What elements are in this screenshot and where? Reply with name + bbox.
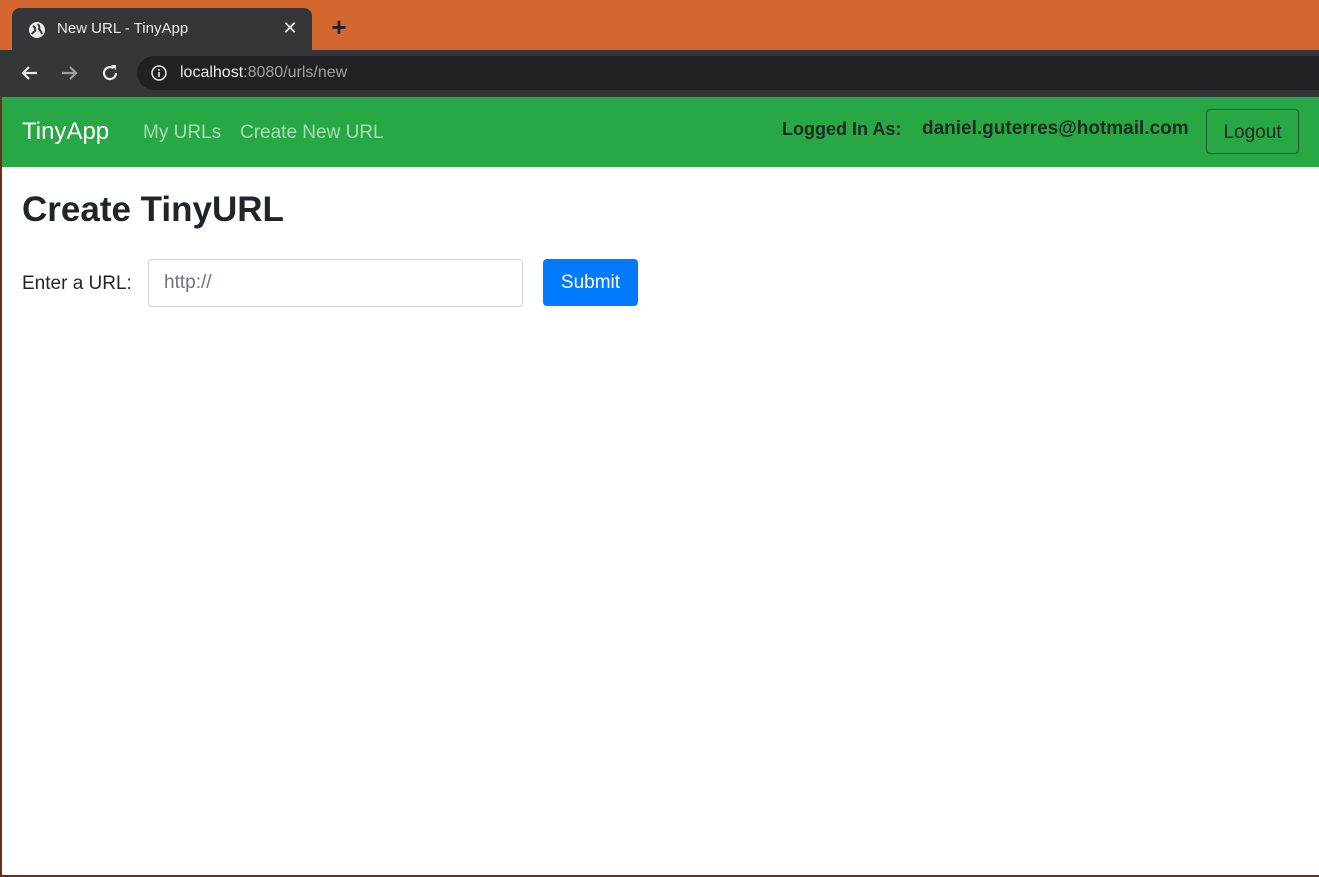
reload-icon[interactable] [97,60,123,86]
browser-tabstrip: New URL - TinyApp ✕ + [0,0,1319,50]
forward-arrow-icon[interactable] [56,60,82,86]
globe-icon [29,22,45,38]
address-bar[interactable]: localhost:8080/urls/new [137,56,1319,90]
plus-icon[interactable]: + [327,14,351,40]
logged-in-label: Logged In As: [782,119,902,139]
url-host: localhost [180,64,244,81]
browser-tab[interactable]: New URL - TinyApp ✕ [12,8,312,50]
url-text: localhost:8080/urls/new [180,64,347,82]
submit-button[interactable]: Submit [543,259,638,306]
page-title: Create TinyURL [22,190,284,229]
url-input[interactable] [148,259,523,307]
back-arrow-icon[interactable] [17,60,43,86]
user-email: daniel.guterres@hotmail.com [922,118,1189,139]
nav-link-my-urls[interactable]: My URLs [143,122,221,144]
browser-toolbar: localhost:8080/urls/new [0,50,1319,97]
close-icon[interactable]: ✕ [280,18,300,38]
navbar: TinyApp My URLs Create New URL Logged In… [2,97,1319,167]
url-label: Enter a URL: [22,273,132,294]
url-path: :8080/urls/new [243,64,348,81]
brand-link[interactable]: TinyApp [22,118,109,146]
nav-link-create-new-url[interactable]: Create New URL [240,122,384,144]
page: TinyApp My URLs Create New URL Logged In… [2,97,1319,875]
logout-button[interactable]: Logout [1206,109,1299,154]
tab-title: New URL - TinyApp [57,20,189,37]
info-icon[interactable] [151,65,167,81]
